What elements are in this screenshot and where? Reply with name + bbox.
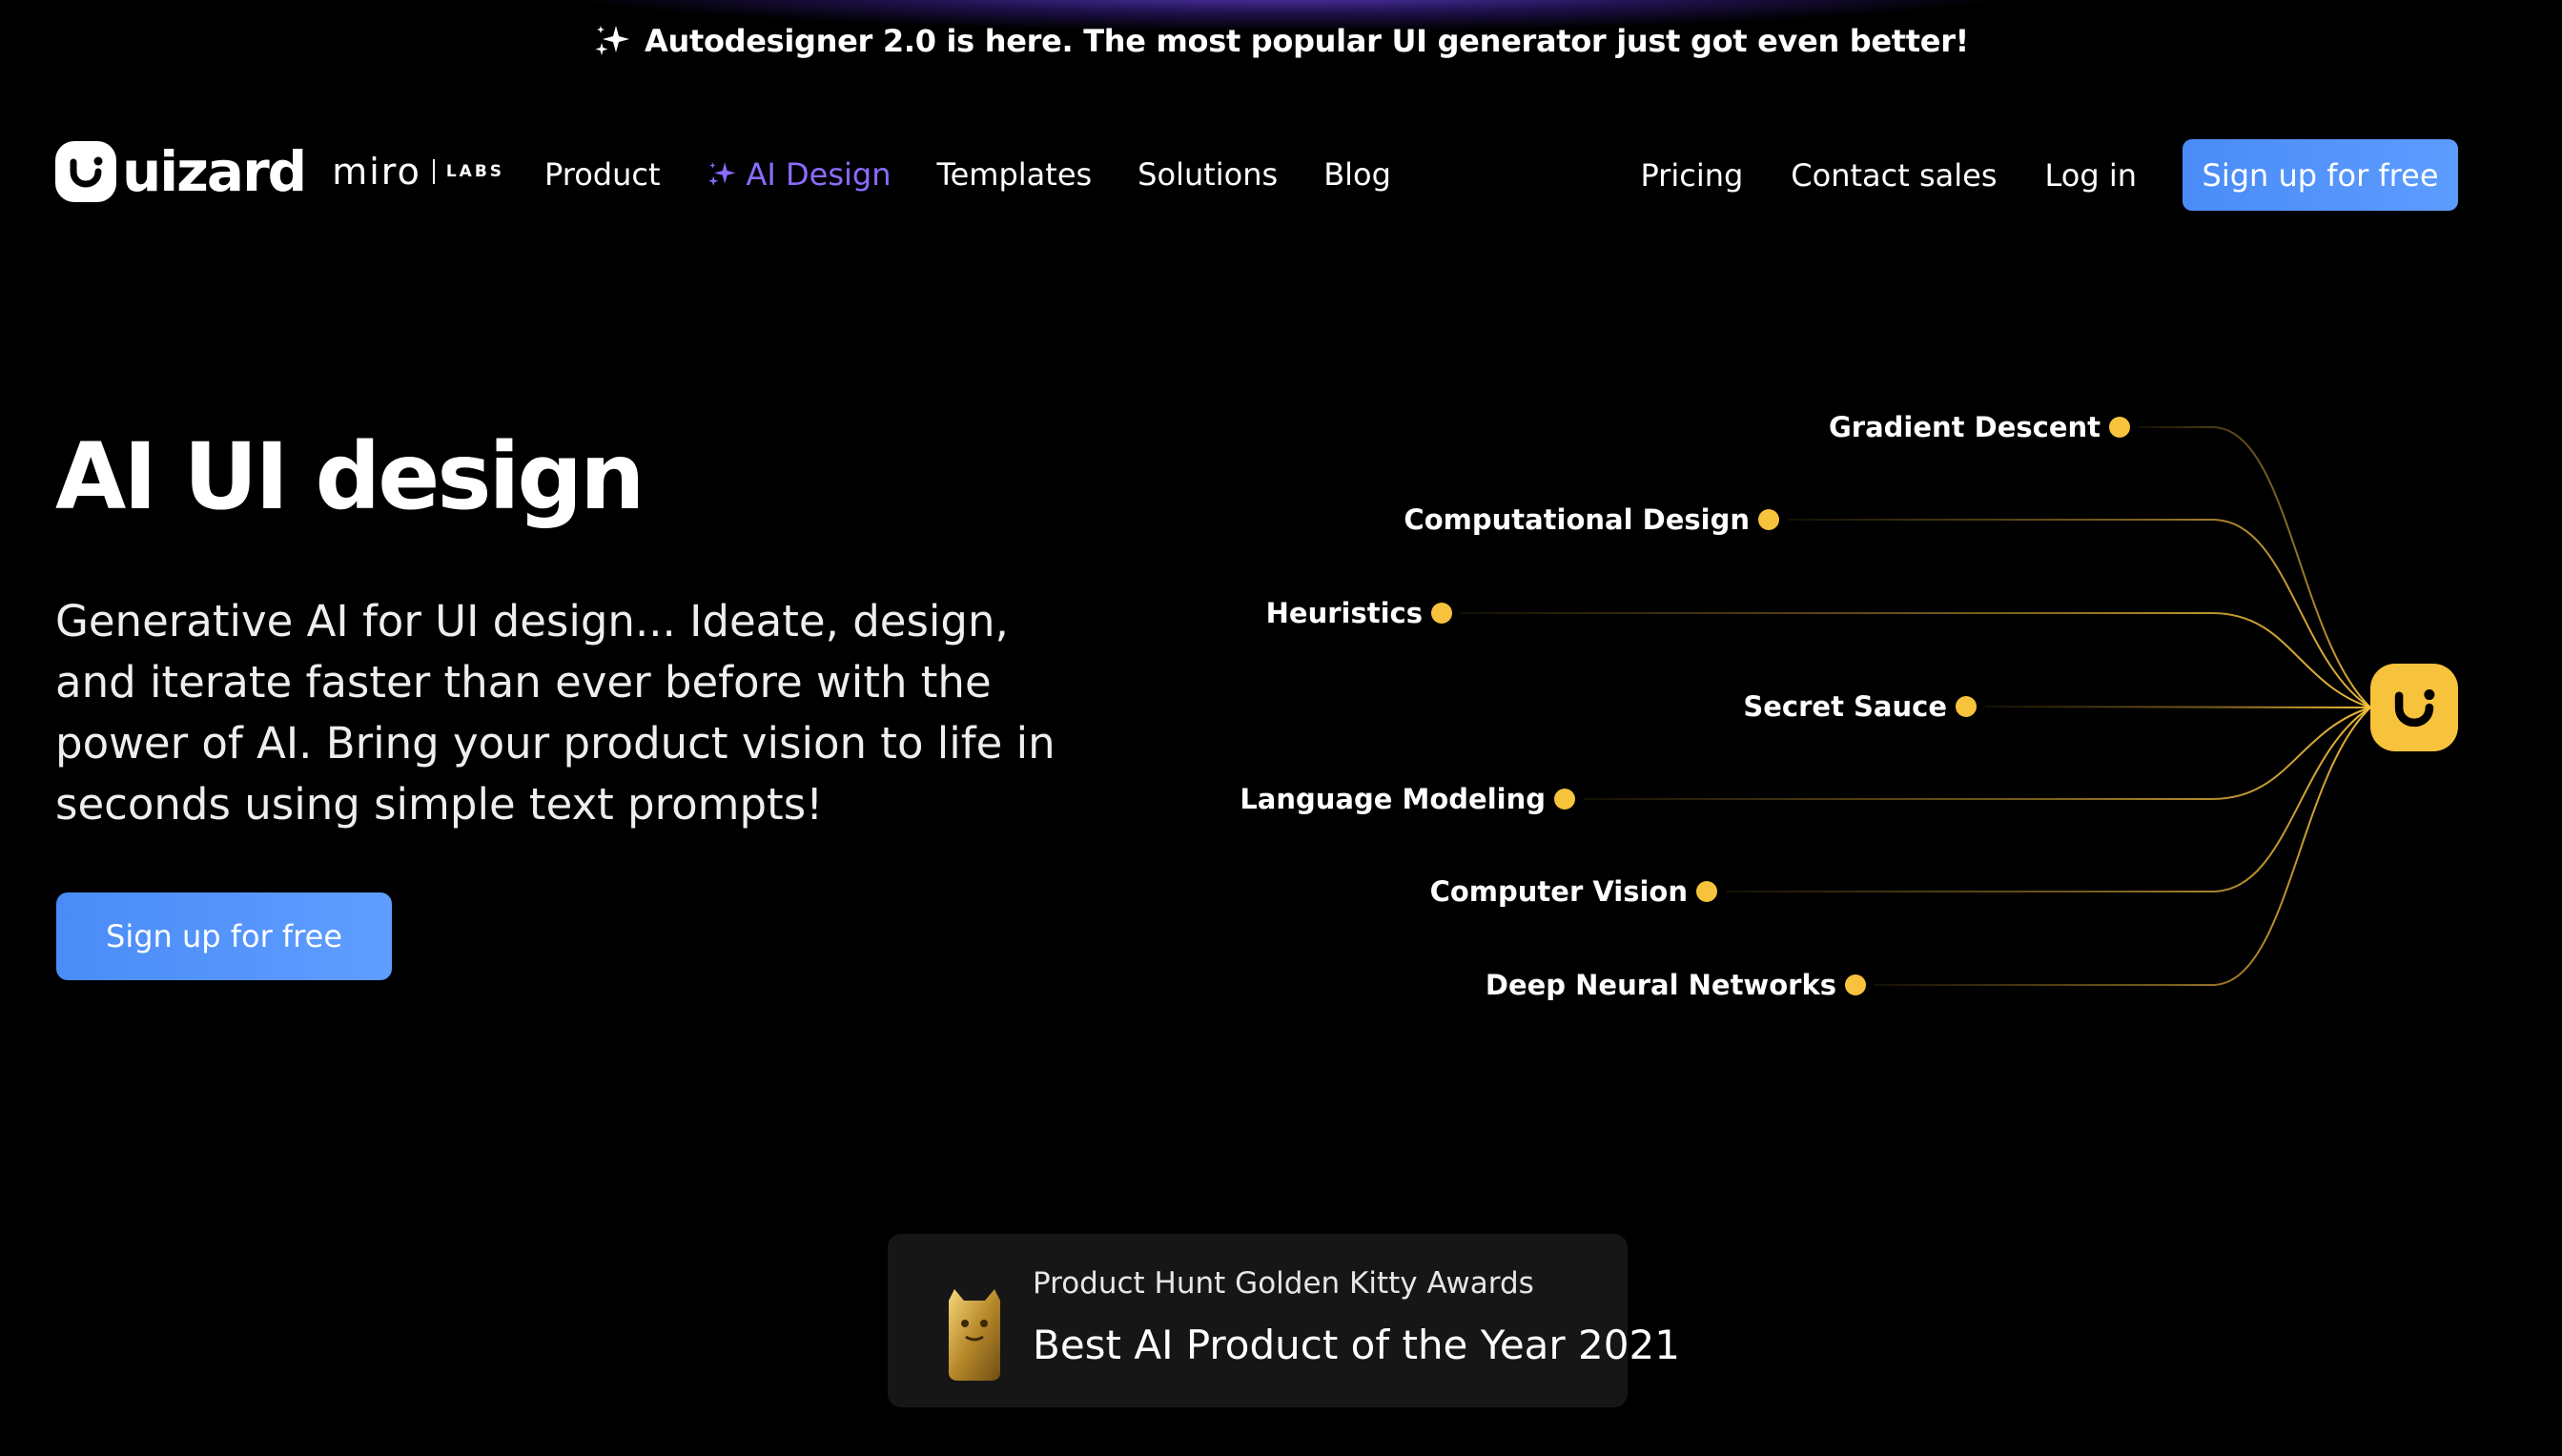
diagram-node-label: Deep Neural Networks <box>1485 969 1836 1001</box>
nav-blog[interactable]: Blog <box>1323 156 1391 193</box>
diagram-node-label: Computational Design <box>1404 503 1750 536</box>
logo[interactable]: uizard miro LABS <box>55 141 504 202</box>
diagram-connector-line <box>1875 707 2371 986</box>
partner-name: miro <box>332 151 421 193</box>
page: Autodesigner 2.0 is here. The most popul… <box>0 0 2562 1456</box>
diagram-node-label: Gradient Descent <box>1828 411 2101 443</box>
header: uizard miro LABS Product AI Design Templ… <box>0 133 2562 219</box>
sparkle-icon <box>593 22 631 60</box>
award-title: Best AI Product of the Year 2021 <box>1033 1322 1680 1368</box>
nav-ai-design[interactable]: AI Design <box>707 156 892 193</box>
brand-name: uizard <box>122 139 307 204</box>
nav-ai-design-label: AI Design <box>746 156 892 193</box>
nav-product[interactable]: Product <box>544 156 661 193</box>
diagram-node-dot <box>1956 696 1977 717</box>
diagram-node-dot <box>1431 603 1452 624</box>
golden-kitty-trophy-icon <box>941 1287 1008 1384</box>
uizard-logo-icon <box>55 141 116 202</box>
nav-login[interactable]: Log in <box>2045 157 2138 194</box>
diagram-node-label: Secret Sauce <box>1743 690 1947 723</box>
nav-right: Pricing Contact sales Log in Sign up for… <box>1592 139 2458 211</box>
diagram-node-dot <box>1696 881 1717 902</box>
diagram-connector-line <box>1584 707 2371 800</box>
nav-solutions[interactable]: Solutions <box>1138 156 1278 193</box>
diagram-node-label: Computer Vision <box>1429 875 1688 908</box>
hero-subtitle: Generative AI for UI design... Ideate, d… <box>55 596 1056 830</box>
page-title: AI UI design <box>55 423 645 530</box>
diagram-node-label: Language Modeling <box>1240 783 1546 815</box>
diagram-node-dot <box>2109 417 2130 438</box>
signup-button-hero[interactable]: Sign up for free <box>56 892 392 980</box>
announcement-text: Autodesigner 2.0 is here. The most popul… <box>645 23 1969 59</box>
diagram-connector-line <box>1726 707 2371 892</box>
nav-pricing[interactable]: Pricing <box>1640 157 1743 194</box>
partner-suffix: LABS <box>445 162 505 181</box>
uizard-hub-icon <box>2370 664 2458 751</box>
award-card[interactable]: Product Hunt Golden Kitty Awards Best AI… <box>888 1234 1680 1407</box>
miro-labs-badge: miro LABS <box>332 154 504 190</box>
award-event: Product Hunt Golden Kitty Awards <box>1033 1266 1534 1301</box>
diagram-connector-line <box>2139 426 2371 708</box>
diagram-node-label: Heuristics <box>1265 597 1423 629</box>
divider <box>432 159 435 184</box>
nav-contact-sales[interactable]: Contact sales <box>1791 157 1997 194</box>
nav-templates[interactable]: Templates <box>936 156 1092 193</box>
main-nav: Product AI Design Templates Solutions Bl… <box>544 156 1437 193</box>
diagram-node-dot <box>1554 789 1575 810</box>
diagram-node-dot <box>1758 509 1779 530</box>
diagram-connector-line <box>1788 519 2371 708</box>
announcement-bar[interactable]: Autodesigner 2.0 is here. The most popul… <box>0 17 2562 65</box>
sparkle-icon <box>707 162 735 186</box>
diagram-node-dot <box>1845 974 1866 995</box>
signup-button-header[interactable]: Sign up for free <box>2183 139 2458 211</box>
